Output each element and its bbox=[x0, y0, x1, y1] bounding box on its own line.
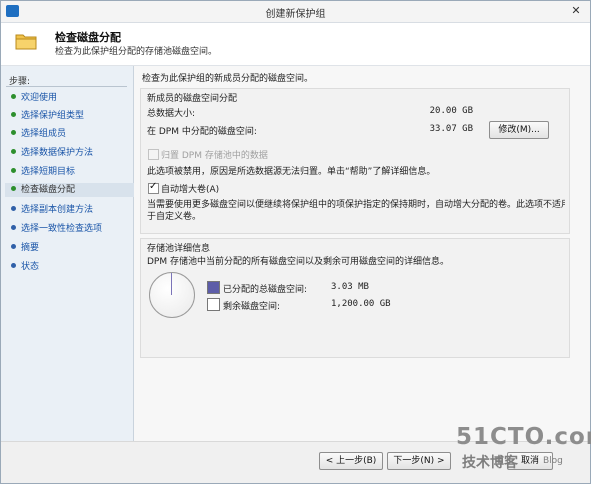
folder-icon bbox=[15, 34, 37, 50]
total-data-size-value: 20.00 GB bbox=[429, 106, 473, 116]
page-title: 检查磁盘分配 bbox=[55, 31, 121, 44]
modify-button[interactable]: 修改(M)... bbox=[489, 121, 549, 139]
sidebar-item-label: 选择一致性检查选项 bbox=[21, 224, 103, 234]
window-title: 创建新保护组 bbox=[265, 9, 326, 20]
sidebar-item-protection-method[interactable]: 选择数据保护方法 bbox=[11, 146, 93, 160]
sidebar-item-status[interactable]: 状态 bbox=[11, 260, 39, 274]
sidebar-item-label: 选择短期目标 bbox=[21, 167, 76, 177]
header-banner: 检查磁盘分配 检查为此保护组分配的存储池磁盘空间。 bbox=[1, 23, 590, 66]
sidebar-item-group-type[interactable]: 选择保护组类型 bbox=[11, 109, 84, 123]
free-value: 1,200.00 GB bbox=[331, 299, 391, 309]
sidebar-item-label: 摘要 bbox=[21, 243, 40, 253]
autogrow-checkbox[interactable]: ✓ bbox=[148, 181, 159, 194]
allocated-slice bbox=[171, 273, 172, 295]
storage-pool-group-label: 存储池详细信息 bbox=[147, 244, 211, 254]
total-data-size-label: 总数据大小: bbox=[147, 109, 196, 119]
close-icon[interactable]: ✕ bbox=[567, 3, 585, 18]
autogrow-label: 自动增大卷(A) bbox=[161, 185, 220, 195]
sidebar-item-label: 欢迎使用 bbox=[21, 93, 58, 103]
main-content: 检查为此保护组的新成员分配的磁盘空间。 新成员的磁盘空间分配 总数据大小: 20… bbox=[134, 66, 590, 441]
step-complete-icon bbox=[11, 130, 16, 135]
autogrow-description-line2: 于自定义卷。 bbox=[147, 212, 202, 222]
steps-sidebar: 步骤: 欢迎使用 选择保护组类型 选择组成员 选择数据保护方法 选择短期目标 检… bbox=[1, 66, 135, 441]
sidebar-item-label: 选择副本创建方法 bbox=[21, 205, 94, 215]
colocate-note: 此选项被禁用，原因是所选数据源无法归置。单击“帮助”了解详细信息。 bbox=[147, 167, 436, 177]
step-pending-icon bbox=[11, 244, 16, 249]
sidebar-item-label: 状态 bbox=[21, 262, 40, 272]
step-complete-icon bbox=[11, 149, 16, 154]
colocate-label: 归置 DPM 存储池中的数据 bbox=[161, 151, 268, 161]
dpm-allocated-label: 在 DPM 中分配的磁盘空间: bbox=[147, 127, 257, 137]
sidebar-item-short-term-goals[interactable]: 选择短期目标 bbox=[11, 165, 75, 179]
step-complete-icon bbox=[11, 168, 16, 173]
sidebar-item-label: 检查磁盘分配 bbox=[21, 185, 76, 195]
dpm-allocated-value: 33.07 GB bbox=[429, 124, 473, 134]
sidebar-item-replica-creation[interactable]: 选择副本创建方法 bbox=[11, 203, 93, 217]
title-bar: 创建新保护组 ✕ bbox=[1, 1, 590, 23]
back-button[interactable]: < 上一步(B) bbox=[319, 452, 383, 470]
sidebar-item-consistency-check[interactable]: 选择一致性检查选项 bbox=[11, 222, 102, 236]
checkmark-icon: ✓ bbox=[149, 181, 158, 192]
step-pending-icon bbox=[11, 225, 16, 230]
wizard-window: 创建新保护组 ✕ 检查磁盘分配 检查为此保护组分配的存储池磁盘空间。 步骤: 欢… bbox=[0, 0, 591, 484]
allocation-group: 新成员的磁盘空间分配 总数据大小: 20.00 GB 在 DPM 中分配的磁盘空… bbox=[140, 88, 570, 234]
watermark-logo: 51CTO.com bbox=[456, 424, 591, 450]
allocated-swatch bbox=[207, 281, 220, 294]
disk-usage-pie-chart bbox=[149, 272, 195, 318]
free-label: 剩余磁盘空间: bbox=[223, 302, 281, 312]
next-button[interactable]: 下一步(N) > bbox=[387, 452, 451, 470]
divider bbox=[6, 86, 127, 87]
free-swatch bbox=[207, 298, 220, 311]
sidebar-item-label: 选择组成员 bbox=[21, 129, 67, 139]
allocated-label: 已分配的总磁盘空间: bbox=[223, 285, 308, 295]
watermark-text: 技术博客 bbox=[462, 455, 518, 471]
colocate-checkbox[interactable] bbox=[148, 149, 159, 160]
step-pending-icon bbox=[11, 206, 16, 211]
sidebar-item-label: 选择数据保护方法 bbox=[21, 148, 94, 158]
sidebar-item-group-members[interactable]: 选择组成员 bbox=[11, 127, 66, 141]
step-pending-icon bbox=[11, 263, 16, 268]
storage-pool-group: 存储池详细信息 DPM 存储池中当前分配的所有磁盘空间以及剩余可用磁盘空间的详细… bbox=[140, 238, 570, 358]
step-complete-icon bbox=[11, 112, 16, 117]
step-current-icon bbox=[11, 186, 16, 191]
sidebar-item-disk-allocation[interactable]: 检查磁盘分配 bbox=[5, 183, 135, 197]
sidebar-item-welcome[interactable]: 欢迎使用 bbox=[11, 91, 57, 105]
page-description: 检查为此保护组分配的存储池磁盘空间。 bbox=[55, 47, 218, 57]
sidebar-item-summary[interactable]: 摘要 bbox=[11, 241, 39, 255]
sidebar-item-label: 选择保护组类型 bbox=[21, 111, 85, 121]
step-complete-icon bbox=[11, 94, 16, 99]
watermark-blog: Blog bbox=[543, 456, 563, 466]
storage-pool-description: DPM 存储池中当前分配的所有磁盘空间以及剩余可用磁盘空间的详细信息。 bbox=[147, 257, 449, 267]
autogrow-description-line1: 当需要使用更多磁盘空间以便继续将保护组中的项保护指定的保持期时，自动增大分配的卷… bbox=[147, 200, 565, 210]
allocated-value: 3.03 MB bbox=[331, 282, 369, 292]
intro-text: 检查为此保护组的新成员分配的磁盘空间。 bbox=[142, 74, 314, 84]
allocation-group-label: 新成员的磁盘空间分配 bbox=[147, 94, 238, 104]
